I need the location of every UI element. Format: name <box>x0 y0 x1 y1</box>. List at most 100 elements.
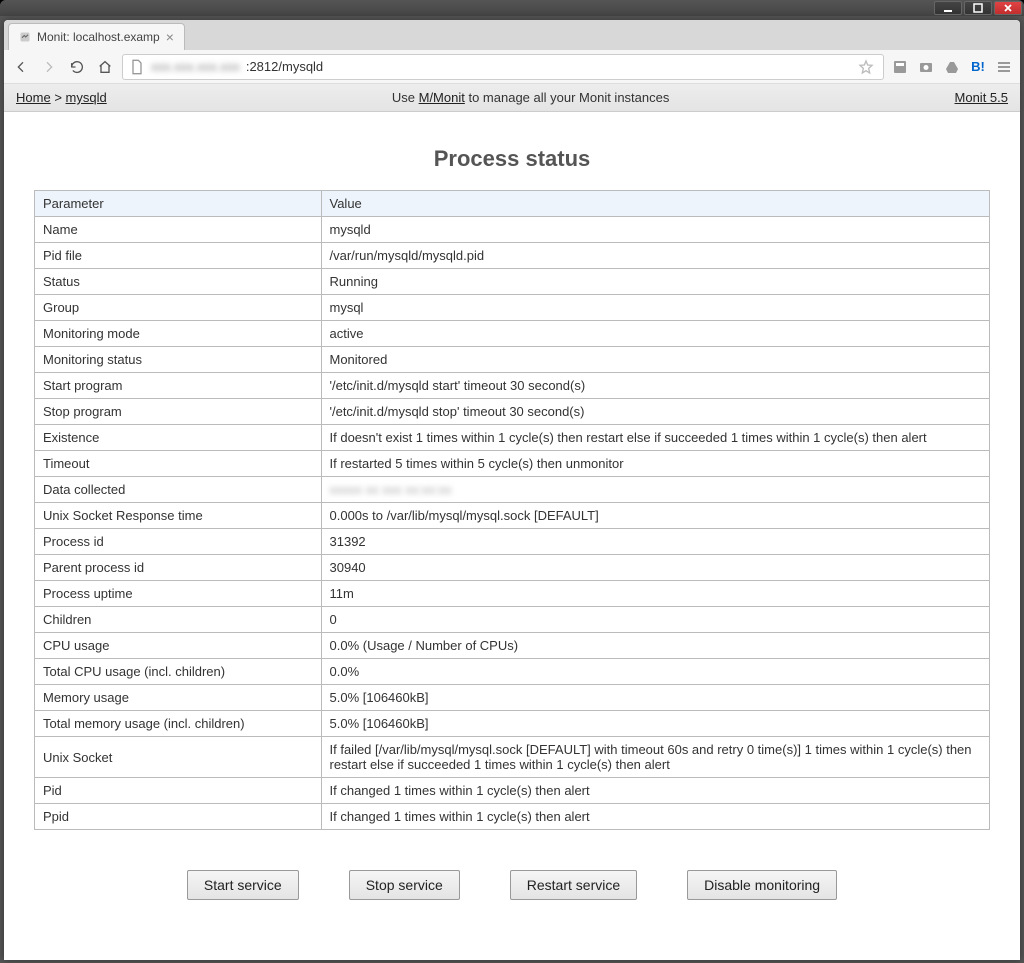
star-icon[interactable] <box>855 56 877 78</box>
table-row: PpidIf changed 1 times within 1 cycle(s)… <box>35 804 990 830</box>
back-button[interactable] <box>10 56 32 78</box>
reload-button[interactable] <box>66 56 88 78</box>
param-label: Timeout <box>35 451 322 477</box>
blurred-value: xxxxx xx xxx xx:xx:xx <box>330 482 452 497</box>
table-row: Memory usage5.0% [106460kB] <box>35 685 990 711</box>
param-value: 5.0% [106460kB] <box>321 711 990 737</box>
param-label: Process id <box>35 529 322 555</box>
param-value: If changed 1 times within 1 cycle(s) the… <box>321 778 990 804</box>
param-value: 0.0% <box>321 659 990 685</box>
param-value: 5.0% [106460kB] <box>321 685 990 711</box>
param-value: mysqld <box>321 217 990 243</box>
window-controls <box>934 1 1022 15</box>
table-row: Children0 <box>35 607 990 633</box>
param-value: 0.0% (Usage / Number of CPUs) <box>321 633 990 659</box>
menu-icon[interactable] <box>994 57 1014 77</box>
extension-icon[interactable] <box>890 57 910 77</box>
param-label: Data collected <box>35 477 322 503</box>
table-row: Process uptime11m <box>35 581 990 607</box>
table-row: Monitoring modeactive <box>35 321 990 347</box>
param-label: Status <box>35 269 322 295</box>
tab-favicon-icon <box>19 31 31 43</box>
page-body: Process status Parameter Value Namemysql… <box>4 112 1020 930</box>
page-content: Home > mysqld Use M/Monit to manage all … <box>4 84 1020 960</box>
col-header-parameter: Parameter <box>35 191 322 217</box>
param-value: '/etc/init.d/mysqld stop' timeout 30 sec… <box>321 399 990 425</box>
restart-service-button[interactable]: Restart service <box>510 870 637 900</box>
url-host-blurred: xxx.xxx.xxx.xxx <box>151 59 240 74</box>
tab-strip: Monit: localhost.examp × <box>4 20 1020 50</box>
window-close-button[interactable] <box>994 1 1022 15</box>
breadcrumb-sep: > <box>54 90 65 105</box>
home-button[interactable] <box>94 56 116 78</box>
param-label: Memory usage <box>35 685 322 711</box>
table-row: Start program'/etc/init.d/mysqld start' … <box>35 373 990 399</box>
param-value: 0 <box>321 607 990 633</box>
param-value: 0.000s to /var/lib/mysql/mysql.sock [DEF… <box>321 503 990 529</box>
param-label: Total memory usage (incl. children) <box>35 711 322 737</box>
table-row: Parent process id30940 <box>35 555 990 581</box>
table-row: TimeoutIf restarted 5 times within 5 cyc… <box>35 451 990 477</box>
param-label: Name <box>35 217 322 243</box>
browser-tab[interactable]: Monit: localhost.examp × <box>8 23 185 50</box>
promo-pre: Use <box>392 90 419 105</box>
stop-service-button[interactable]: Stop service <box>349 870 460 900</box>
disable-monitoring-button[interactable]: Disable monitoring <box>687 870 837 900</box>
table-row: CPU usage0.0% (Usage / Number of CPUs) <box>35 633 990 659</box>
hatena-icon[interactable]: B! <box>968 57 988 77</box>
param-value: '/etc/init.d/mysqld start' timeout 30 se… <box>321 373 990 399</box>
url-path: :2812/mysqld <box>246 59 323 74</box>
table-row: Namemysqld <box>35 217 990 243</box>
table-row: PidIf changed 1 times within 1 cycle(s) … <box>35 778 990 804</box>
param-value: Running <box>321 269 990 295</box>
version-link[interactable]: Monit 5.5 <box>955 90 1008 105</box>
promo-link[interactable]: M/Monit <box>419 90 465 105</box>
param-label: Group <box>35 295 322 321</box>
table-row: StatusRunning <box>35 269 990 295</box>
param-label: Total CPU usage (incl. children) <box>35 659 322 685</box>
param-value: If doesn't exist 1 times within 1 cycle(… <box>321 425 990 451</box>
param-label: Existence <box>35 425 322 451</box>
param-label: Pid <box>35 778 322 804</box>
param-value: xxxxx xx xxx xx:xx:xx <box>321 477 990 503</box>
param-label: Unix Socket Response time <box>35 503 322 529</box>
url-input[interactable]: xxx.xxx.xxx.xxx :2812/mysqld <box>122 54 884 80</box>
os-window: Monit: localhost.examp × xxx.xxx.xxx.xxx… <box>0 0 1024 963</box>
status-table: Parameter Value NamemysqldPid file/var/r… <box>34 190 990 830</box>
forward-button[interactable] <box>38 56 60 78</box>
page-header: Home > mysqld Use M/Monit to manage all … <box>4 84 1020 112</box>
window-title-bar <box>0 0 1024 16</box>
param-label: Unix Socket <box>35 737 322 778</box>
param-value[interactable]: mysql <box>321 295 990 321</box>
version-label: Monit 5.5 <box>955 90 1008 105</box>
table-row: Total memory usage (incl. children)5.0% … <box>35 711 990 737</box>
breadcrumb-home-link[interactable]: Home <box>16 90 51 105</box>
table-row: Stop program'/etc/init.d/mysqld stop' ti… <box>35 399 990 425</box>
param-value: 11m <box>321 581 990 607</box>
table-row: Total CPU usage (incl. children)0.0% <box>35 659 990 685</box>
table-row: Process id31392 <box>35 529 990 555</box>
camera-icon[interactable] <box>916 57 936 77</box>
window-maximize-button[interactable] <box>964 1 992 15</box>
param-label: Monitoring mode <box>35 321 322 347</box>
param-value: Monitored <box>321 347 990 373</box>
param-value: If changed 1 times within 1 cycle(s) the… <box>321 804 990 830</box>
address-bar: xxx.xxx.xxx.xxx :2812/mysqld B! <box>4 50 1020 84</box>
param-value: If failed [/var/lib/mysql/mysql.sock [DE… <box>321 737 990 778</box>
window-minimize-button[interactable] <box>934 1 962 15</box>
breadcrumb: Home > mysqld <box>16 90 107 105</box>
table-row: Unix Socket Response time0.000s to /var/… <box>35 503 990 529</box>
param-label: Parent process id <box>35 555 322 581</box>
param-label: CPU usage <box>35 633 322 659</box>
table-row: Data collected xxxxx xx xxx xx:xx:xx <box>35 477 990 503</box>
drive-icon[interactable] <box>942 57 962 77</box>
param-label: Stop program <box>35 399 322 425</box>
param-label: Children <box>35 607 322 633</box>
tab-close-icon[interactable]: × <box>166 30 174 44</box>
col-header-value: Value <box>321 191 990 217</box>
table-row: Unix SocketIf failed [/var/lib/mysql/mys… <box>35 737 990 778</box>
start-service-button[interactable]: Start service <box>187 870 299 900</box>
browser-window: Monit: localhost.examp × xxx.xxx.xxx.xxx… <box>4 20 1020 960</box>
table-row: Monitoring statusMonitored <box>35 347 990 373</box>
breadcrumb-current-link[interactable]: mysqld <box>66 90 107 105</box>
